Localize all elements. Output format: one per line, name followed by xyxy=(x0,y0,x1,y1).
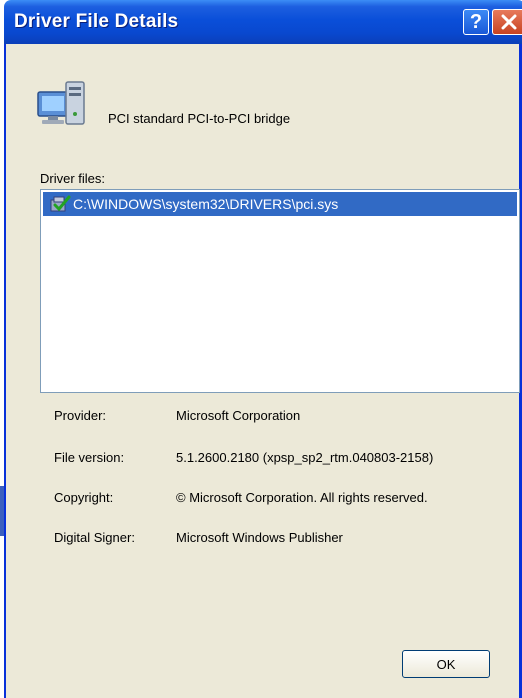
digital-signer-value: Microsoft Windows Publisher xyxy=(176,530,343,545)
dialog-title: Driver File Details xyxy=(14,11,179,32)
ok-button[interactable]: OK xyxy=(402,650,490,678)
help-icon: ? xyxy=(469,11,483,33)
copyright-label: Copyright: xyxy=(54,490,114,505)
computer-icon xyxy=(36,78,88,139)
file-version-value: 5.1.2600.2180 (xpsp_sp2_rtm.040803-2158) xyxy=(176,450,434,465)
device-name: PCI standard PCI-to-PCI bridge xyxy=(108,111,291,126)
driver-file-details-dialog: Driver File Details ? PCI standard PCI-t… xyxy=(4,0,522,698)
digital-signer-label: Digital Signer: xyxy=(54,530,135,545)
provider-label: Provider: xyxy=(54,408,107,423)
title-bar[interactable]: Driver File Details ? xyxy=(4,0,522,44)
signed-file-icon xyxy=(49,194,71,214)
close-button[interactable] xyxy=(492,9,522,35)
file-version-label: File version: xyxy=(54,450,125,465)
provider-value: Microsoft Corporation xyxy=(176,408,301,423)
driver-file-path: C:\WINDOWS\system32\DRIVERS\pci.sys xyxy=(73,196,339,212)
copyright-value: © Microsoft Corporation. All rights rese… xyxy=(176,490,428,505)
list-item[interactable]: C:\WINDOWS\system32\DRIVERS\pci.sys xyxy=(43,192,517,216)
driver-files-list[interactable]: C:\WINDOWS\system32\DRIVERS\pci.sys xyxy=(40,189,520,393)
close-icon xyxy=(501,14,516,30)
help-button[interactable]: ? xyxy=(463,9,489,35)
driver-files-label: Driver files: xyxy=(40,171,106,186)
